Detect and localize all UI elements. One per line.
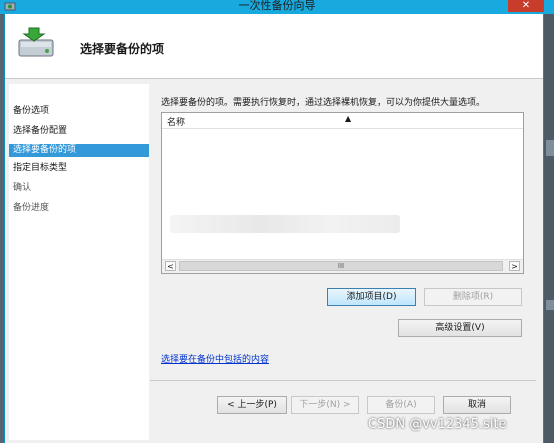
- help-link[interactable]: 选择要在备份中包括的内容: [161, 352, 269, 365]
- add-items-button[interactable]: 添加项目(D): [327, 288, 416, 306]
- scroll-left-arrow-icon[interactable]: <: [165, 261, 176, 271]
- step-progress[interactable]: 备份进度: [9, 202, 149, 215]
- backup-items-list[interactable]: 名称 ▲ < III >: [161, 112, 524, 274]
- remove-item-button[interactable]: 删除项(R): [424, 288, 522, 306]
- backup-drive-icon: [18, 27, 54, 57]
- step-select-config[interactable]: 选择备份配置: [9, 125, 149, 138]
- window-title: 一次性备份向导: [238, 0, 316, 12]
- step-destination-type[interactable]: 指定目标类型: [9, 162, 149, 175]
- advanced-settings-button[interactable]: 高级设置(V): [398, 319, 522, 337]
- footer-divider: [150, 380, 536, 381]
- next-button[interactable]: 下一步(N) >: [291, 396, 359, 414]
- instruction-text: 选择要备份的项。需要执行恢复时，通过选择裸机恢复，可以为你提供大量选项。: [161, 98, 486, 108]
- background-stripe: [546, 140, 554, 156]
- list-header[interactable]: 名称 ▲: [162, 113, 523, 129]
- previous-button[interactable]: < 上一步(P): [217, 396, 287, 414]
- column-name-header[interactable]: 名称: [167, 115, 185, 128]
- title-bar: 一次性备份向导 ✕: [0, 0, 554, 14]
- sort-ascending-icon: ▲: [345, 114, 352, 123]
- wizard-header: 选择要备份的项: [5, 14, 543, 79]
- blurred-list-item[interactable]: [170, 215, 400, 233]
- step-backup-options[interactable]: 备份选项: [9, 105, 149, 118]
- horizontal-scrollbar[interactable]: < III >: [162, 259, 523, 273]
- step-confirm[interactable]: 确认: [9, 182, 149, 195]
- close-button[interactable]: ✕: [508, 0, 544, 12]
- wizard-step-nav: 备份选项 选择备份配置 选择要备份的项 指定目标类型 确认 备份进度: [9, 84, 149, 440]
- cancel-button[interactable]: 取消: [443, 396, 511, 414]
- background-stripe: [546, 300, 554, 310]
- scroll-right-arrow-icon[interactable]: >: [509, 261, 520, 271]
- step-select-items[interactable]: 选择要备份的项: [9, 144, 149, 157]
- scroll-thumb[interactable]: III: [179, 261, 503, 271]
- watermark: CSDN @vv12345.site: [368, 417, 507, 432]
- backup-button[interactable]: 备份(A): [367, 396, 435, 414]
- page-title: 选择要备份的项: [80, 42, 165, 56]
- background-window-edge: [544, 14, 554, 443]
